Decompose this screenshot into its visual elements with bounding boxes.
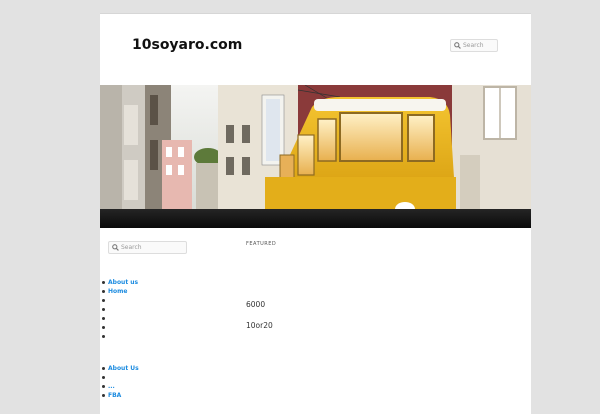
sidebar-link-home[interactable]: Home	[100, 287, 138, 296]
header-image[interactable]	[100, 85, 531, 209]
header-search-input[interactable]	[463, 40, 495, 51]
search-icon	[112, 244, 119, 251]
content-text-10or20: 10or20	[246, 321, 273, 330]
sidebar-search-box[interactable]	[108, 241, 187, 254]
sidebar-page-about-us[interactable]: About Us	[100, 364, 139, 373]
page-container: 10soyaro.com Search Search FEATURED 6000…	[100, 13, 531, 414]
sidebar-pages-list: About Us ... FBA	[100, 364, 139, 400]
sidebar-link-empty[interactable]	[100, 323, 138, 332]
sidebar-link-empty[interactable]	[100, 314, 138, 323]
nav-access-bar	[100, 209, 531, 228]
header-search-box[interactable]	[450, 39, 498, 52]
sidebar-page-fba[interactable]: FBA	[100, 391, 139, 400]
sidebar-page-empty[interactable]	[100, 373, 139, 382]
sidebar-search-input[interactable]	[121, 242, 184, 253]
sidebar-link-empty[interactable]	[100, 296, 138, 305]
sidebar-link-empty[interactable]	[100, 305, 138, 314]
content-text-6000: 6000	[246, 300, 266, 309]
header-image-tram	[100, 85, 531, 209]
site-title[interactable]: 10soyaro.com	[132, 37, 242, 53]
sidebar-menu-list: About us Home	[100, 278, 138, 341]
featured-label: FEATURED	[246, 241, 277, 247]
sidebar-page-ellipsis[interactable]: ...	[100, 382, 139, 391]
search-icon	[454, 42, 461, 49]
sidebar-link-about-us[interactable]: About us	[100, 278, 138, 287]
sidebar-link-empty[interactable]	[100, 332, 138, 341]
